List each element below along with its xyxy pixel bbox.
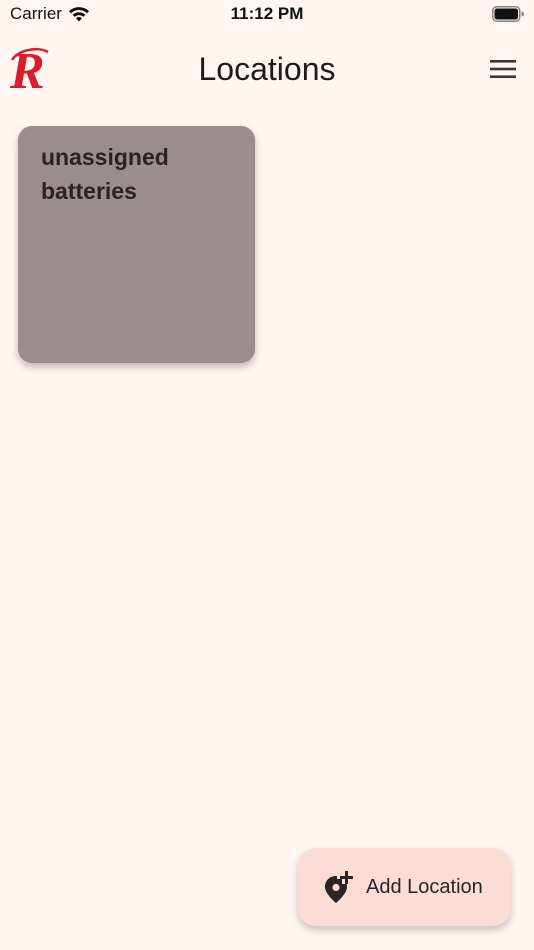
hamburger-menu-icon (490, 60, 516, 78)
app-bar: R Locations (0, 36, 534, 102)
menu-button[interactable] (486, 52, 520, 86)
add-location-label: Add Location (366, 875, 483, 898)
battery-icon (492, 6, 524, 22)
location-card[interactable]: unassigned batteries (18, 126, 255, 363)
status-bar: Carrier 11:12 PM (0, 0, 534, 30)
location-card-label: unassigned batteries (41, 144, 169, 204)
add-location-button[interactable]: Add Location (298, 848, 511, 926)
status-time: 11:12 PM (230, 4, 304, 23)
page-title: Locations (198, 51, 336, 87)
add-location-pin-icon (325, 871, 353, 903)
